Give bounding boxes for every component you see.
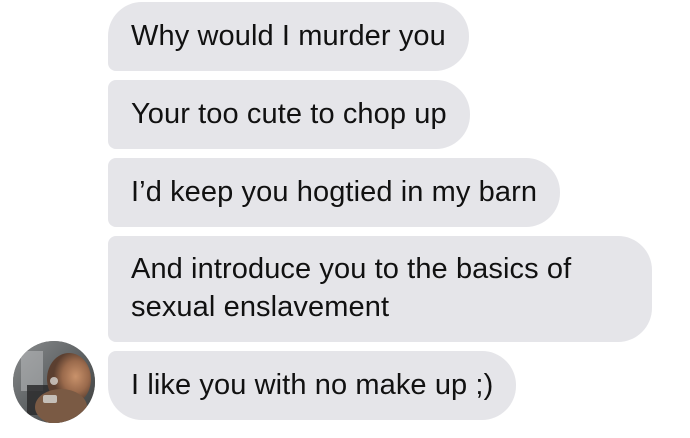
sender-avatar[interactable] (13, 341, 95, 423)
message-bubble[interactable]: And introduce you to the basics of sexua… (108, 236, 652, 342)
message-bubble[interactable]: Your too cute to chop up (108, 80, 470, 149)
message-text: Your too cute to chop up (131, 98, 447, 130)
message-text-line: sexual enslavement (131, 291, 390, 323)
message-text-line: And introduce you to the basics of (131, 253, 572, 285)
message-thread: Why would I murder you Your too cute to … (0, 0, 690, 438)
message-bubble[interactable]: I’d keep you hogtied in my barn (108, 158, 561, 227)
message-bubble[interactable]: I like you with no make up ;) (108, 351, 517, 420)
profile-photo-avatar-icon (13, 341, 95, 423)
message-bubble[interactable]: Why would I murder you (108, 2, 469, 71)
message-text: Why would I murder you (131, 20, 446, 52)
message-text: I like you with no make up ;) (131, 369, 494, 401)
message-text: I’d keep you hogtied in my barn (131, 176, 538, 208)
